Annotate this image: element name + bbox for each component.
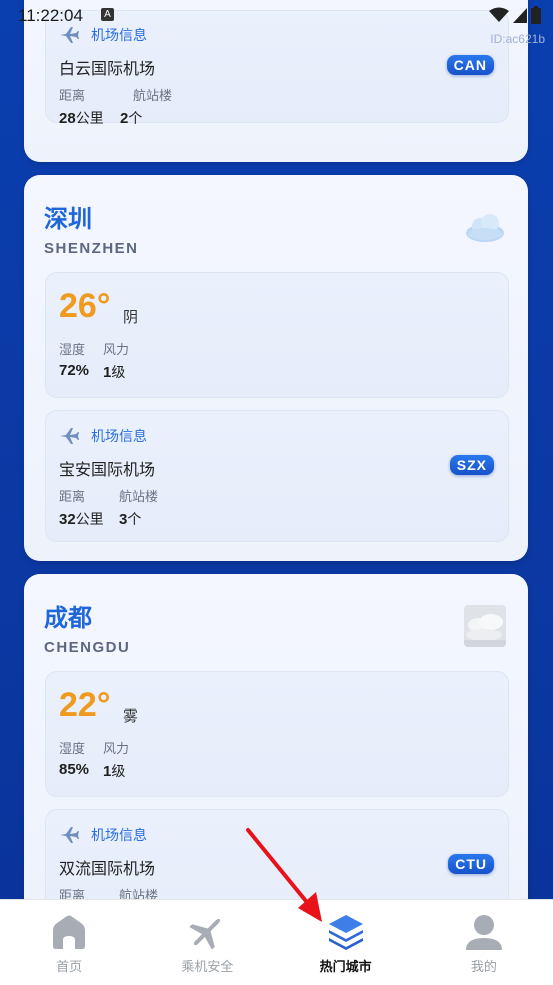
airport-name: 白云国际机场	[59, 59, 156, 78]
humidity-label: 湿度	[59, 742, 86, 757]
nav-label-flight-safety: 乘机安全	[181, 960, 234, 975]
airport-header: 机场信息	[59, 426, 147, 446]
airport-header-label: 机场信息	[91, 828, 147, 844]
nav-label-hot-cities: 热门城市	[319, 960, 372, 975]
nav-label-home: 首页	[56, 960, 83, 975]
signal-icon	[513, 8, 527, 23]
weather-description: 阴	[123, 308, 139, 326]
notification-a-icon: A	[101, 8, 114, 21]
humidity-value: 72%	[59, 362, 90, 379]
distance-label: 距离	[59, 89, 86, 104]
airplane-icon	[60, 827, 79, 843]
temperature: 22°	[59, 686, 111, 724]
wind-label: 风力	[103, 742, 130, 757]
terminal-value: 3个	[119, 511, 142, 528]
nav-item-home[interactable]: 首页	[0, 900, 138, 985]
airport-code-badge: CTU	[448, 854, 494, 874]
distance-value: 32公里	[59, 511, 104, 528]
device-id: ID:ac621b	[490, 32, 545, 46]
battery-icon	[531, 6, 541, 24]
city-name: 成都	[44, 604, 92, 632]
city-name: 深圳	[44, 205, 92, 233]
nav-item-profile[interactable]: 我的	[415, 900, 553, 985]
terminal-label: 航站楼	[133, 89, 173, 104]
terminal-value: 2个	[120, 110, 143, 127]
weather-description: 雾	[123, 707, 139, 725]
wind-label: 风力	[103, 343, 130, 358]
airport-code-badge: CAN	[446, 55, 494, 75]
fog-icon	[464, 605, 506, 647]
city-card-shenzhen[interactable]: 深圳 SHENZHEN 26° 阴 湿度 风力 72% 1级 机场信息 宝安国际…	[24, 175, 528, 561]
wind-value: 1级	[103, 364, 126, 381]
airport-header-label: 机场信息	[91, 429, 147, 445]
airport-name: 双流国际机场	[59, 859, 156, 878]
weather-panel: 26° 阴 湿度 风力 72% 1级	[45, 272, 509, 398]
airport-header: 机场信息	[59, 825, 147, 845]
airplane-icon	[189, 918, 221, 950]
airplane-icon	[60, 428, 79, 444]
humidity-value: 85%	[59, 761, 90, 778]
airport-code-badge: SZX	[449, 455, 494, 475]
temperature: 26°	[59, 287, 111, 325]
city-english-name: CHENGDU	[44, 639, 131, 656]
user-icon	[465, 915, 502, 950]
distance-value: 28公里	[59, 110, 104, 127]
airport-name: 宝安国际机场	[59, 460, 156, 479]
home-icon	[53, 915, 86, 949]
status-bar: 11:22:04 A ID:ac621b	[0, 0, 553, 46]
weather-panel: 22° 雾 湿度 风力 85% 1级	[45, 671, 509, 797]
layers-icon	[328, 915, 363, 950]
wifi-icon	[489, 7, 509, 22]
status-time: 11:22:04	[18, 6, 83, 25]
airport-panel: 机场信息 宝安国际机场 SZX 距离 航站楼 32公里 3个	[45, 410, 509, 542]
status-icons	[489, 6, 541, 24]
humidity-label: 湿度	[59, 343, 86, 358]
distance-label: 距离	[59, 490, 86, 505]
terminal-label: 航站楼	[119, 490, 159, 505]
wind-value: 1级	[103, 763, 126, 780]
city-english-name: SHENZHEN	[44, 240, 139, 257]
cloud-icon	[466, 214, 504, 242]
annotation-arrow	[246, 828, 322, 922]
nav-label-profile: 我的	[470, 960, 497, 975]
